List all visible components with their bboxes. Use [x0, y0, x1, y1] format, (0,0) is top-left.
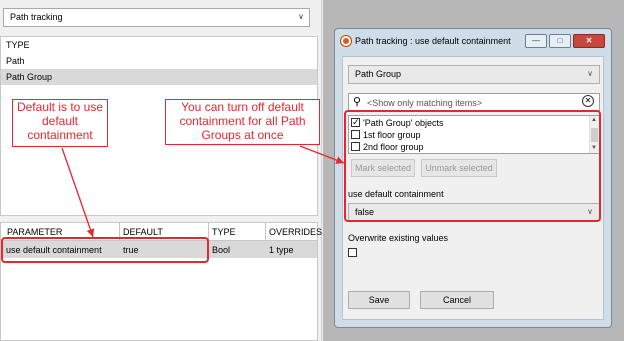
- left-panel: Path tracking ∨ TYPE Path Path Group PAR…: [0, 0, 322, 341]
- dialog-title: Path tracking : use default containment: [355, 36, 511, 46]
- search-placeholder: <Show only matching items>: [367, 98, 483, 108]
- type-list-header: TYPE: [6, 40, 30, 50]
- left-annotation: Default is to use default containment: [12, 99, 108, 147]
- group-combo-value: Path Group: [355, 69, 402, 79]
- right-annotation: You can turn off default containment for…: [165, 99, 320, 145]
- overwrite-label: Overwrite existing values: [348, 233, 449, 243]
- column-default[interactable]: DEFAULT: [123, 227, 163, 237]
- group-combo[interactable]: Path Group ∨: [348, 65, 600, 84]
- column-overrides[interactable]: OVERRIDES: [269, 227, 322, 237]
- clear-search-icon[interactable]: ✕: [582, 95, 594, 107]
- search-icon: ⚲: [353, 96, 362, 108]
- column-parameter[interactable]: PARAMETER: [7, 227, 62, 237]
- app-icon: [341, 36, 351, 46]
- column-type[interactable]: TYPE: [212, 227, 236, 237]
- search-input[interactable]: ⚲ <Show only matching items> ✕: [348, 93, 600, 111]
- overwrite-checkbox[interactable]: [348, 248, 360, 258]
- tracking-combo[interactable]: Path tracking ∨: [3, 8, 310, 27]
- save-button[interactable]: Save: [348, 291, 410, 309]
- cell-type: Bool: [212, 245, 231, 255]
- minimize-icon[interactable]: —: [525, 34, 547, 48]
- chevron-down-icon: ∨: [587, 69, 593, 78]
- type-list-item-path-group[interactable]: Path Group: [1, 69, 317, 85]
- maximize-icon[interactable]: □: [549, 34, 571, 48]
- highlight-parameter-row: [1, 237, 209, 263]
- highlight-dialog-options: [344, 110, 601, 222]
- chevron-down-icon: ∨: [298, 12, 304, 21]
- close-icon[interactable]: ✕: [573, 34, 605, 48]
- cell-overrides: 1 type: [269, 245, 294, 255]
- dialog-titlebar[interactable]: Path tracking : use default containment …: [335, 29, 611, 53]
- type-list-item-path[interactable]: Path: [1, 53, 317, 69]
- cancel-button[interactable]: Cancel: [420, 291, 494, 309]
- tracking-combo-value: Path tracking: [10, 12, 63, 22]
